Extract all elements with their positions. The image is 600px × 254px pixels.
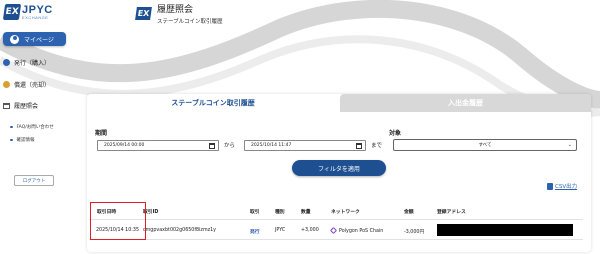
target-select-value: すべて	[478, 143, 492, 148]
table-header-amount: 数量	[301, 210, 311, 215]
tab-deposit-withdrawal[interactable]: 入出金履歴	[340, 94, 591, 112]
page-header: EX 履歴照会 ステーブルコイン取引履歴	[135, 5, 223, 26]
table-header-divider	[89, 219, 583, 220]
logout-button[interactable]: ログアウト	[14, 175, 54, 186]
issue-icon	[3, 59, 10, 66]
datetime-highlight-box	[90, 202, 146, 240]
mypage-button[interactable]: マイページ	[3, 32, 66, 46]
calendar-icon[interactable]	[209, 143, 215, 149]
sidebar-item-issue[interactable]: 発行（購入）	[3, 58, 50, 67]
apply-filter-button[interactable]: フィルタを適用	[292, 160, 386, 176]
sidebar: EX JPYC EXCHANGE マイページ 発行（購入） 償還（売却） 履歴照…	[0, 0, 78, 254]
chevron-down-icon: ⌄	[567, 142, 572, 148]
target-select[interactable]: すべて ⌄	[393, 139, 577, 151]
table-cell-id: cmgpvaxbt002g0650f8izmz1y	[143, 228, 217, 233]
header-logo-mark: EX	[135, 7, 152, 20]
sidebar-item-label: 償還（売却）	[14, 82, 51, 89]
period-label: 期間	[95, 130, 108, 137]
user-icon	[10, 34, 19, 44]
date-to-value: 2025/10/14 11:47	[251, 143, 292, 148]
date-from-input[interactable]: 2025/09/14 00:00	[97, 140, 219, 151]
calendar-icon[interactable]	[356, 143, 362, 149]
tab-stablecoin-history[interactable]: ステーブルコイン取引履歴	[87, 94, 339, 112]
table-cell-amount: +3,000	[301, 228, 319, 233]
table-cell-network: Polygon PoS Chain	[329, 226, 384, 235]
redeem-icon	[3, 81, 10, 88]
target-label: 対象	[389, 130, 402, 137]
redacted-address	[437, 224, 573, 236]
history-icon	[3, 102, 10, 109]
logo-main-text: JPYC	[22, 3, 53, 16]
to-separator: まで	[371, 143, 383, 149]
date-to-input[interactable]: 2025/10/14 11:47	[244, 140, 366, 151]
table-header-kind: 種別	[275, 210, 285, 215]
sidebar-item-history[interactable]: 履歴照会	[3, 101, 38, 110]
polygon-icon	[329, 226, 338, 235]
history-card: ステーブルコイン取引履歴 入出金履歴 期間 対象 2025/09/14 00:0…	[87, 94, 591, 252]
table-header-address: 登録アドレス	[437, 210, 466, 215]
sidebar-item-redeem[interactable]: 償還（売却）	[3, 80, 50, 89]
sidebar-item-label: 発行（購入）	[14, 60, 51, 67]
sidebar-subitem-faq[interactable]: FAQ/お問い合わせ	[10, 124, 54, 130]
logo-text: JPYC EXCHANGE	[22, 3, 53, 20]
csv-export-link[interactable]: CSV出力	[547, 182, 577, 190]
table-header-price: 金額	[404, 210, 414, 215]
sidebar-subitem-confirm[interactable]: 確認情報	[10, 137, 35, 143]
csv-export-label: CSV出力	[555, 184, 578, 190]
from-separator: から	[224, 143, 236, 149]
logo-mark: EX	[2, 4, 22, 20]
table-header-network: ネットワーク	[331, 210, 360, 215]
page-subtitle: ステーブルコイン取引履歴	[157, 19, 223, 25]
table-cell-kind: JPYC	[275, 228, 286, 233]
mypage-label: マイページ	[24, 36, 54, 44]
sidebar-item-label: 履歴照会	[14, 103, 39, 110]
jpyc-logo[interactable]: EX JPYC EXCHANGE	[2, 2, 66, 22]
network-label: Polygon PoS Chain	[339, 229, 384, 234]
table-cell-type[interactable]: 発行	[250, 228, 260, 235]
table-row-divider	[89, 239, 583, 240]
logo-sub-text: EXCHANGE	[22, 14, 49, 20]
table-header-type: 取引	[250, 210, 260, 215]
document-icon	[547, 182, 553, 190]
date-from-value: 2025/09/14 00:00	[104, 143, 145, 148]
page-title: 履歴照会	[157, 5, 194, 15]
header-text: 履歴照会 ステーブルコイン取引履歴	[157, 5, 223, 26]
table-cell-price: -3,000円	[404, 230, 425, 235]
